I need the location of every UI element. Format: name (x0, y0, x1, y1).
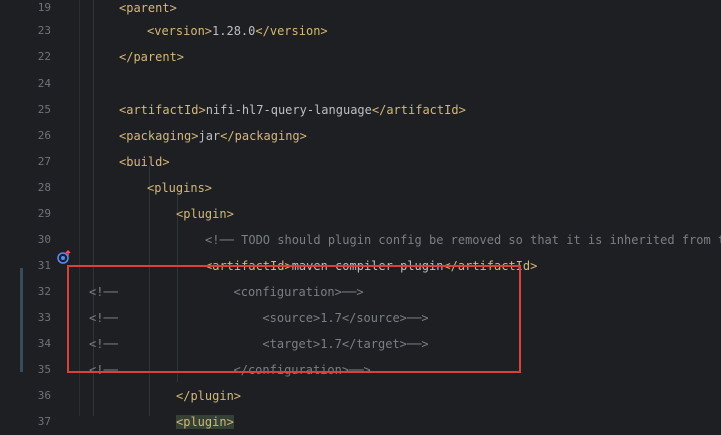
code-token: <!── (89, 311, 118, 325)
code-line[interactable]: 23 <version>1.28.0</version> (0, 18, 721, 44)
code-text: <artifactId>maven-compiler-plugin</artif… (205, 253, 537, 279)
line-number: 32 (37, 285, 51, 298)
line-number: 35 (37, 363, 51, 376)
code-text: <plugins> (147, 175, 212, 201)
line-number: 24 (37, 77, 51, 90)
code-text: <packaging>jar</packaging> (119, 123, 307, 149)
code-token: <!── (89, 363, 118, 377)
code-token: <!── TODO should plugin config be remove… (205, 233, 721, 247)
code-token: <plugin> (176, 415, 234, 429)
code-token: <parent> (119, 1, 177, 15)
line-number: 28 (37, 181, 51, 194)
line-number: 29 (37, 207, 51, 220)
code-token: <plugin> (176, 207, 234, 221)
code-token: <packaging> (119, 129, 199, 143)
line-number: 36 (37, 389, 51, 402)
code-text: <!── TODO should plugin config be remove… (205, 227, 721, 253)
code-text: </parent> (119, 44, 184, 70)
code-text: <!── <configuration>──> (89, 279, 364, 305)
code-line[interactable]: 24 (0, 71, 721, 97)
code-text: </plugin> (176, 383, 241, 409)
code-line[interactable]: 22 </parent> (0, 44, 721, 70)
code-token: jar (198, 129, 221, 143)
code-token: </plugin> (176, 389, 242, 403)
override-method-icon[interactable] (56, 249, 72, 265)
code-token: </version> (255, 24, 328, 38)
code-text: <!── </configuration>──> (89, 357, 371, 383)
code-line[interactable]: 36 </plugin> (0, 383, 721, 409)
code-line[interactable]: 33 <!── <source>1.7</source>──> (0, 305, 721, 331)
code-line[interactable]: 29 <plugin> (0, 201, 721, 227)
code-token: </artifactId> (371, 103, 466, 117)
code-text: <plugin> (176, 409, 234, 435)
code-text: <build> (119, 149, 170, 175)
code-text: <!── <target>1.7</target>──> (89, 331, 429, 357)
code-line[interactable]: 30 <!── TODO should plugin config be remo… (0, 227, 721, 253)
line-number: 30 (37, 233, 51, 246)
code-token: 1.28.0 (212, 24, 256, 38)
code-line[interactable]: 27 <build> (0, 149, 721, 175)
code-line[interactable]: 32 <!── <configuration>──> (0, 279, 721, 305)
code-line[interactable]: 28 <plugins> (0, 175, 721, 201)
code-line[interactable]: 37 <plugin> (0, 409, 721, 435)
code-line[interactable]: 25 <artifactId>nifi-hl7-query-language</a… (0, 97, 721, 123)
code-text: <artifactId>nifi-hl7-query-language</art… (119, 97, 466, 123)
code-token: <artifactId> (205, 259, 292, 273)
code-line[interactable]: 34 <!── <target>1.7</target>──> (0, 331, 721, 357)
code-token: </configuration>──> (117, 363, 371, 377)
code-token: <build> (119, 155, 170, 169)
code-token: <target>1.7</target>──> (117, 337, 429, 351)
code-token: <plugins> (147, 181, 213, 195)
code-text: <version>1.28.0</version> (147, 18, 328, 44)
code-token: </artifactId> (443, 259, 538, 273)
line-number: 25 (37, 103, 51, 116)
line-number: 33 (37, 311, 51, 324)
code-token: <!── (89, 285, 118, 299)
line-number: 23 (37, 24, 51, 37)
code-token: <!── (89, 337, 118, 351)
line-number: 22 (37, 50, 51, 63)
code-token: nifi-hl7-query-language (205, 103, 372, 117)
line-number: 27 (37, 155, 51, 168)
code-token: </parent> (119, 50, 185, 64)
code-text: <!── <source>1.7</source>──> (89, 305, 429, 331)
code-line[interactable]: 35 <!── </configuration>──> (0, 357, 721, 383)
code-token: <configuration>──> (117, 285, 364, 299)
code-token: <version> (147, 24, 213, 38)
code-token: <artifactId> (119, 103, 206, 117)
line-number: 26 (37, 129, 51, 142)
code-token: maven-compiler-plugin (291, 259, 444, 273)
code-text: <plugin> (176, 201, 234, 227)
code-token: <source>1.7</source>──> (117, 311, 429, 325)
code-line[interactable]: 31 <artifactId>maven-compiler-plugin</art… (0, 253, 721, 279)
line-number: 31 (37, 259, 51, 272)
line-number: 34 (37, 337, 51, 350)
line-number: 37 (37, 415, 51, 428)
code-token: </packaging> (220, 129, 307, 143)
code-line[interactable]: 26 <packaging>jar</packaging> (0, 123, 721, 149)
